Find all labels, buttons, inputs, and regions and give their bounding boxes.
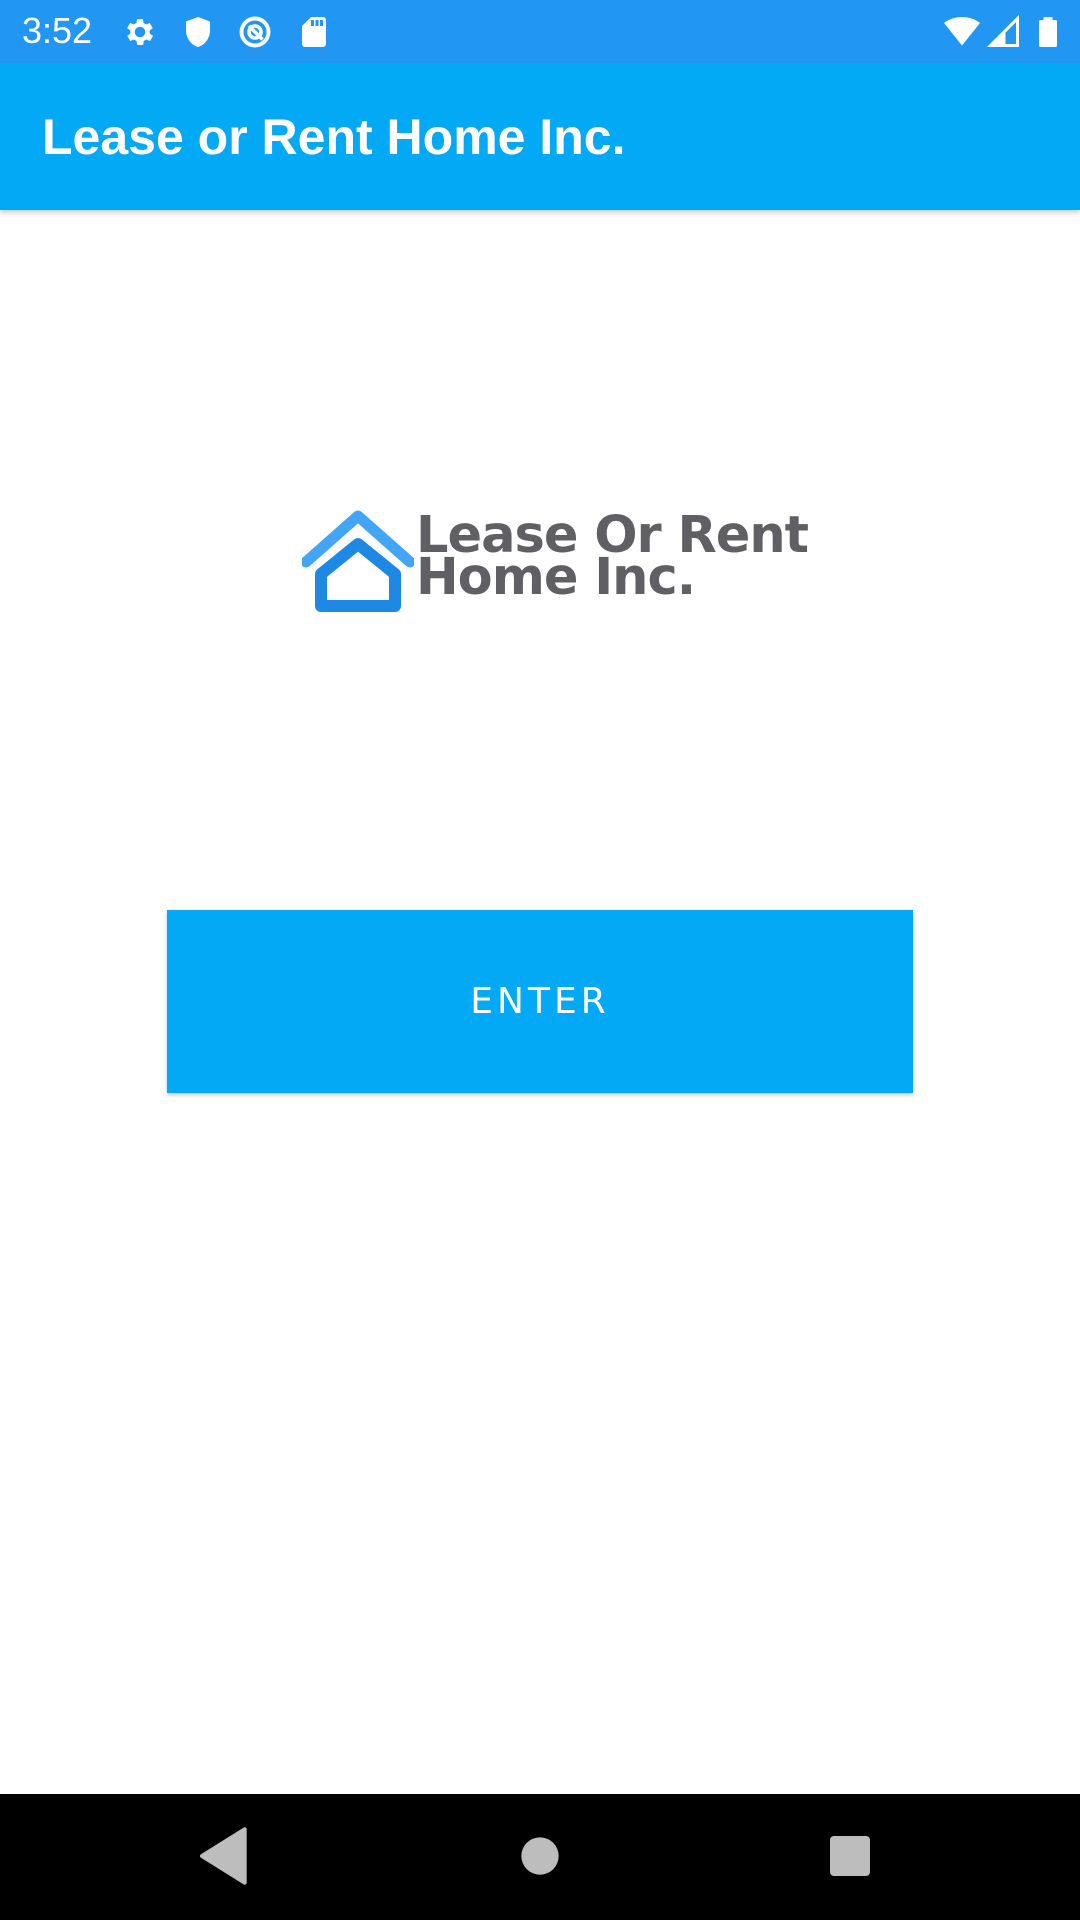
app-title: Lease or Rent Home Inc. (42, 109, 626, 165)
house-logo-icon (302, 510, 414, 612)
enter-button[interactable]: ENTER (167, 910, 913, 1093)
logo-text-line2: Home Inc. (416, 548, 696, 607)
battery-icon (1030, 14, 1066, 50)
screen: 3:52 Lease or Rent Home Inc. Lease Or Re… (0, 0, 1080, 1920)
home-icon[interactable] (508, 1824, 572, 1888)
company-logo: Lease Or Rent Home Inc. (302, 510, 809, 614)
wifi-icon (944, 14, 980, 50)
enter-button-label: ENTER (470, 981, 610, 1022)
status-time: 3:52 (22, 10, 93, 51)
status-bar: 3:52 (0, 0, 1080, 63)
recents-icon[interactable] (818, 1824, 882, 1888)
app-bar: Lease or Rent Home Inc. (0, 63, 1080, 210)
sd-card-icon (296, 14, 332, 50)
settings-icon (122, 14, 158, 50)
vpn-circle-icon (237, 14, 273, 50)
back-icon[interactable] (194, 1824, 258, 1888)
navigation-bar (0, 1794, 1080, 1920)
cell-signal-icon (986, 14, 1022, 50)
shield-icon (180, 14, 216, 50)
